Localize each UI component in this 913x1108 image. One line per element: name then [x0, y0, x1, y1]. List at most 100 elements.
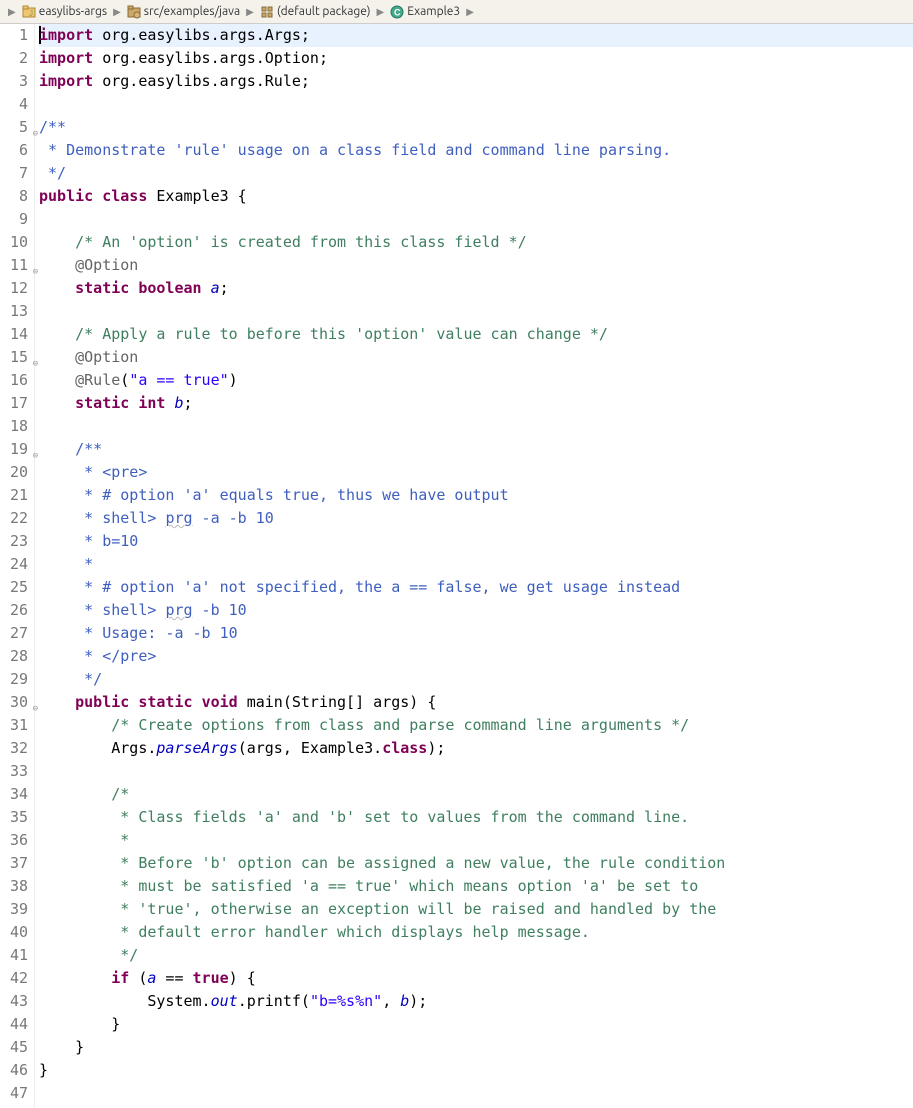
line-number: 3 — [0, 70, 28, 93]
code-line: System.out.printf("b=%s%n", b); — [39, 990, 913, 1013]
code-line: @Rule("a == true") — [39, 369, 913, 392]
line-number: 10 — [0, 231, 28, 254]
line-number: 16 — [0, 369, 28, 392]
line-number: 36 — [0, 829, 28, 852]
chevron-right-icon: ▶ — [246, 6, 254, 18]
line-number: 29 — [0, 668, 28, 691]
code-line: } — [39, 1036, 913, 1059]
line-number: 9 — [0, 208, 28, 231]
fold-icon[interactable]: ⊖ — [33, 698, 38, 721]
code-line — [39, 415, 913, 438]
code-line: * shell> prg -a -b 10 — [39, 507, 913, 530]
code-line: * Before 'b' option can be assigned a ne… — [39, 852, 913, 875]
code-line: import org.easylibs.args.Args; — [39, 24, 913, 47]
breadcrumb-project[interactable]: J easylibs-args — [20, 5, 109, 19]
line-number: 47 — [0, 1082, 28, 1105]
line-number: 25 — [0, 576, 28, 599]
breadcrumb-source-folder[interactable]: src/examples/java — [125, 5, 242, 19]
code-line: * <pre> — [39, 461, 913, 484]
code-line: if (a == true) { — [39, 967, 913, 990]
line-number: 4 — [0, 93, 28, 116]
class-icon: C — [390, 5, 404, 19]
code-line — [39, 760, 913, 783]
line-number: 1 — [0, 24, 28, 47]
code-line: public static void main(String[] args) { — [39, 691, 913, 714]
line-number: 37 — [0, 852, 28, 875]
code-line: * — [39, 829, 913, 852]
code-line: } — [39, 1059, 913, 1082]
line-number: 8 — [0, 185, 28, 208]
code-line: * shell> prg -b 10 — [39, 599, 913, 622]
line-number: 43 — [0, 990, 28, 1013]
code-line: * Class fields 'a' and 'b' set to values… — [39, 806, 913, 829]
code-line: /* Apply a rule to before this 'option' … — [39, 323, 913, 346]
line-number: 20 — [0, 461, 28, 484]
code-line: * Demonstrate 'rule' usage on a class fi… — [39, 139, 913, 162]
line-number-gutter: 1 2 3 4 5⊖ 6 7 8 9 10 11⊖ 12 13 14 15⊖ 1… — [0, 24, 35, 1108]
line-number: 41 — [0, 944, 28, 967]
package-icon — [260, 5, 274, 19]
line-number: 18 — [0, 415, 28, 438]
code-line: * default error handler which displays h… — [39, 921, 913, 944]
line-number: 35 — [0, 806, 28, 829]
line-number: 21 — [0, 484, 28, 507]
line-number: 2 — [0, 47, 28, 70]
code-line: * b=10 — [39, 530, 913, 553]
code-line: */ — [39, 668, 913, 691]
line-number: 46 — [0, 1059, 28, 1082]
line-number: 42 — [0, 967, 28, 990]
line-number: 11⊖ — [0, 254, 28, 277]
code-line: static int b; — [39, 392, 913, 415]
line-number: 19⊖ — [0, 438, 28, 461]
line-number: 13 — [0, 300, 28, 323]
chevron-right-icon: ▶ — [113, 6, 121, 18]
code-area[interactable]: import org.easylibs.args.Args; import or… — [35, 24, 913, 1108]
line-number: 31 — [0, 714, 28, 737]
source-folder-icon — [127, 5, 141, 19]
code-line: public class Example3 { — [39, 185, 913, 208]
code-line: /* — [39, 783, 913, 806]
line-number: 30⊖ — [0, 691, 28, 714]
line-number: 5⊖ — [0, 116, 28, 139]
line-number: 24 — [0, 553, 28, 576]
fold-icon[interactable]: ⊖ — [33, 123, 38, 146]
fold-icon[interactable]: ⊖ — [33, 353, 38, 376]
code-line: * # option 'a' not specified, the a == f… — [39, 576, 913, 599]
line-number: 39 — [0, 898, 28, 921]
code-line — [39, 1082, 913, 1105]
line-number: 12 — [0, 277, 28, 300]
line-number: 45 — [0, 1036, 28, 1059]
chevron-right-icon: ▶ — [8, 6, 16, 18]
code-line: } — [39, 1013, 913, 1036]
code-line: */ — [39, 162, 913, 185]
code-line: @Option — [39, 346, 913, 369]
breadcrumb: ▶ J easylibs-args ▶ src/examples/java ▶ … — [0, 0, 913, 24]
line-number: 17 — [0, 392, 28, 415]
code-line: /* Create options from class and parse c… — [39, 714, 913, 737]
code-editor[interactable]: 1 2 3 4 5⊖ 6 7 8 9 10 11⊖ 12 13 14 15⊖ 1… — [0, 24, 913, 1108]
project-icon: J — [22, 5, 36, 19]
line-number: 28 — [0, 645, 28, 668]
line-number: 38 — [0, 875, 28, 898]
chevron-right-icon: ▶ — [377, 6, 385, 18]
code-line: */ — [39, 944, 913, 967]
fold-icon[interactable]: ⊖ — [33, 445, 38, 468]
code-line: * must be satisfied 'a == true' which me… — [39, 875, 913, 898]
line-number: 22 — [0, 507, 28, 530]
code-line — [39, 208, 913, 231]
line-number: 34 — [0, 783, 28, 806]
line-number: 40 — [0, 921, 28, 944]
code-line: Args.parseArgs(args, Example3.class); — [39, 737, 913, 760]
fold-icon[interactable]: ⊖ — [33, 261, 38, 284]
code-line: * — [39, 553, 913, 576]
line-number: 23 — [0, 530, 28, 553]
code-line — [39, 93, 913, 116]
line-number: 15⊖ — [0, 346, 28, 369]
line-number: 27 — [0, 622, 28, 645]
breadcrumb-package[interactable]: (default package) — [258, 5, 373, 19]
code-line: @Option — [39, 254, 913, 277]
svg-text:J: J — [29, 9, 33, 18]
code-line: * # option 'a' equals true, thus we have… — [39, 484, 913, 507]
breadcrumb-class[interactable]: C Example3 — [388, 5, 462, 19]
code-line: /** — [39, 438, 913, 461]
